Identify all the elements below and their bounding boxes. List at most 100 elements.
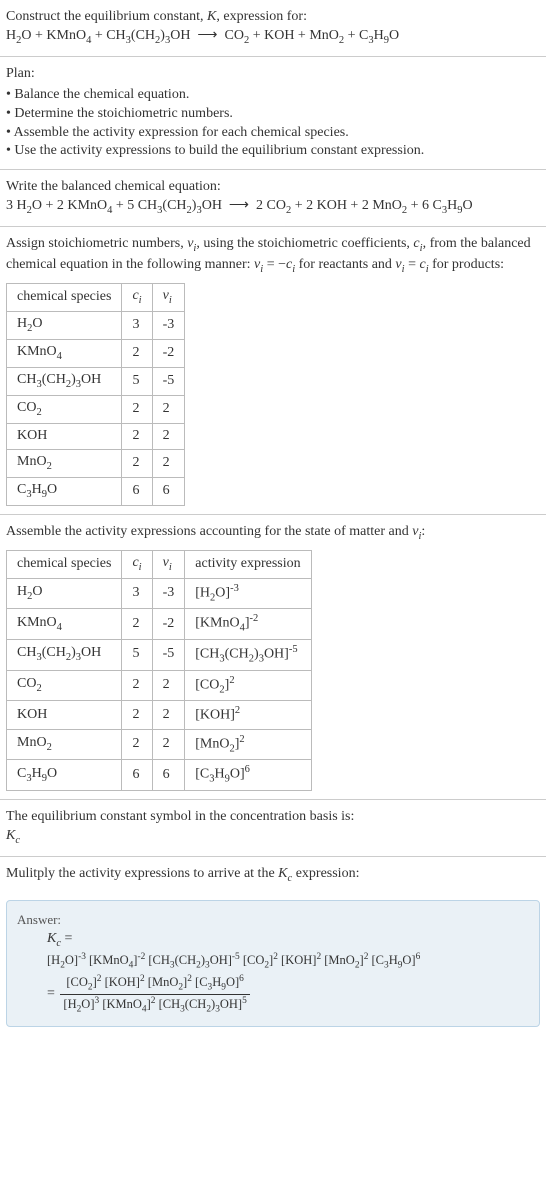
balanced: Write the balanced chemical equation: 3 …	[0, 170, 546, 226]
table-row: MnO222[MnO2]2	[7, 729, 312, 760]
cell: 2	[122, 449, 152, 477]
kc-equals: Kc =	[47, 930, 529, 951]
cell: [C3H9O]6	[185, 760, 311, 791]
cell: 2	[152, 449, 185, 477]
cell: CH3(CH2)3OH	[7, 368, 122, 396]
cell: 2	[122, 395, 152, 423]
cell: 2	[152, 701, 185, 730]
cell: 6	[152, 477, 185, 505]
cell: 2	[122, 340, 152, 368]
table-header: νi	[152, 284, 185, 312]
table-row: MnO222	[7, 449, 185, 477]
assign-text: Assign stoichiometric numbers, νi, using…	[6, 235, 540, 277]
table-header-row: chemical species ci νi	[7, 284, 185, 312]
cell: KMnO4	[7, 340, 122, 368]
cell: [H2O]-3	[185, 578, 311, 609]
table-header: ci	[122, 284, 152, 312]
table-row: KMnO42-2[KMnO4]-2	[7, 609, 312, 640]
cell: 3	[122, 312, 152, 340]
cell: -2	[152, 340, 185, 368]
stoich-table: chemical species ci νi H2O3-3 KMnO42-2 C…	[6, 283, 185, 506]
activity-section: Assemble the activity expressions accoun…	[0, 515, 546, 799]
cell: 6	[152, 760, 185, 791]
table-row: KMnO42-2	[7, 340, 185, 368]
intro-equation: H2O + KMnO4 + CH3(CH2)3OH ⟶ CO2 + KOH + …	[6, 27, 540, 48]
table-row: CO222	[7, 395, 185, 423]
table-row: H2O3-3[H2O]-3	[7, 578, 312, 609]
intro-line1: Construct the equilibrium constant, K, e…	[6, 8, 540, 27]
cell: -3	[152, 578, 185, 609]
table-row: C3H9O66[C3H9O]6	[7, 760, 312, 791]
table-row: H2O3-3	[7, 312, 185, 340]
answer-fraction-line: = [CO2]2 [KOH]2 [MnO2]2 [C3H9O]6 [H2O]3 …	[47, 973, 529, 1017]
cell: 2	[152, 395, 185, 423]
cell: CO2	[7, 670, 122, 701]
plan-item: Balance the chemical equation.	[6, 86, 540, 105]
cell: [CO2]2	[185, 670, 311, 701]
cell: [KMnO4]-2	[185, 609, 311, 640]
activity-table: chemical species ci νi activity expressi…	[6, 550, 312, 791]
plan-item: Use the activity expressions to build th…	[6, 142, 540, 161]
cell: 2	[122, 729, 152, 760]
table-header: ci	[122, 550, 152, 578]
table-row: KOH22[KOH]2	[7, 701, 312, 730]
cell: [MnO2]2	[185, 729, 311, 760]
table-header: νi	[152, 550, 185, 578]
cell: C3H9O	[7, 760, 122, 791]
cell: 5	[122, 368, 152, 396]
fraction-denominator: [H2O]3 [KMnO4]2 [CH3(CH2)3OH]5	[60, 995, 249, 1016]
fraction-numerator: [CO2]2 [KOH]2 [MnO2]2 [C3H9O]6	[60, 973, 249, 995]
answer-label: Answer:	[17, 911, 529, 929]
answer-product-line: [H2O]-3 [KMnO4]-2 [CH3(CH2)3OH]-5 [CO2]2…	[47, 951, 529, 972]
cell: [CH3(CH2)3OH]-5	[185, 639, 311, 670]
cell: KOH	[7, 701, 122, 730]
kc-line1: The equilibrium constant symbol in the c…	[6, 808, 540, 827]
cell: -5	[152, 639, 185, 670]
cell: [KOH]2	[185, 701, 311, 730]
cell: MnO2	[7, 729, 122, 760]
kc-symbol-section: The equilibrium constant symbol in the c…	[0, 800, 546, 856]
cell: 2	[122, 423, 152, 449]
cell: H2O	[7, 578, 122, 609]
table-row: CO222[CO2]2	[7, 670, 312, 701]
answer-content: Kc = [H2O]-3 [KMnO4]-2 [CH3(CH2)3OH]-5 […	[17, 930, 529, 1016]
equals-sign: =	[47, 985, 58, 1004]
cell: 6	[122, 760, 152, 791]
cell: -3	[152, 312, 185, 340]
balanced-equation: 3 H2O + 2 KMnO4 + 5 CH3(CH2)3OH ⟶ 2 CO2 …	[6, 197, 540, 218]
cell: C3H9O	[7, 477, 122, 505]
table-header-row: chemical species ci νi activity expressi…	[7, 550, 312, 578]
cell: KMnO4	[7, 609, 122, 640]
plan: Plan: Balance the chemical equation. Det…	[0, 57, 546, 169]
cell: KOH	[7, 423, 122, 449]
cell: MnO2	[7, 449, 122, 477]
kc-line2: Kc	[6, 827, 540, 848]
cell: 2	[152, 670, 185, 701]
multiply-text: Mulitply the activity expressions to arr…	[6, 865, 540, 886]
cell: 2	[122, 670, 152, 701]
cell: 2	[152, 729, 185, 760]
plan-title: Plan:	[6, 65, 540, 84]
cell: 6	[122, 477, 152, 505]
table-header: chemical species	[7, 284, 122, 312]
answer-box: Answer: Kc = [H2O]-3 [KMnO4]-2 [CH3(CH2)…	[6, 900, 540, 1027]
cell: 5	[122, 639, 152, 670]
cell: 2	[122, 609, 152, 640]
table-header: activity expression	[185, 550, 311, 578]
cell: -2	[152, 609, 185, 640]
table-header: chemical species	[7, 550, 122, 578]
intro: Construct the equilibrium constant, K, e…	[0, 0, 546, 56]
plan-item: Determine the stoichiometric numbers.	[6, 105, 540, 124]
cell: CH3(CH2)3OH	[7, 639, 122, 670]
table-row: CH3(CH2)3OH5-5	[7, 368, 185, 396]
multiply-section: Mulitply the activity expressions to arr…	[0, 857, 546, 894]
balanced-title: Write the balanced chemical equation:	[6, 178, 540, 197]
cell: 2	[152, 423, 185, 449]
fraction: [CO2]2 [KOH]2 [MnO2]2 [C3H9O]6 [H2O]3 [K…	[60, 973, 249, 1017]
table-row: C3H9O66	[7, 477, 185, 505]
cell: H2O	[7, 312, 122, 340]
cell: 2	[122, 701, 152, 730]
table-row: KOH22	[7, 423, 185, 449]
assign: Assign stoichiometric numbers, νi, using…	[0, 227, 546, 514]
assemble-text: Assemble the activity expressions accoun…	[6, 523, 540, 544]
